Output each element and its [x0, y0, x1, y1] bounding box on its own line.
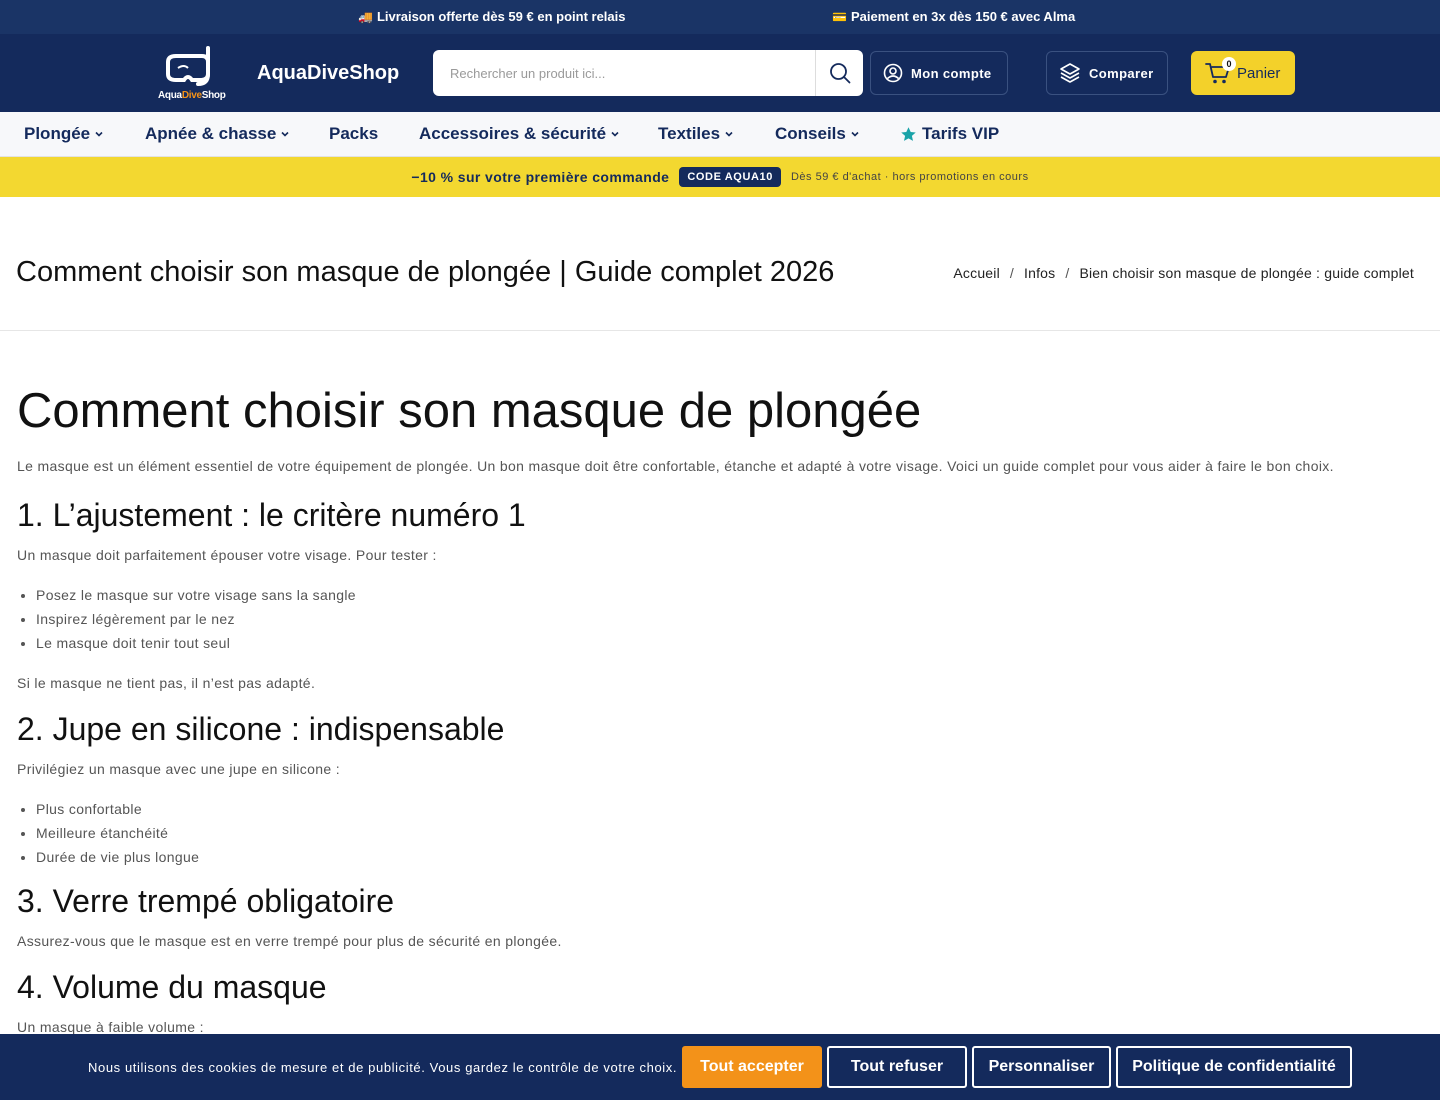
promo-code-badge: CODE AQUA10	[679, 167, 781, 187]
article-content: Comment choisir son masque de plongée Le…	[17, 384, 1417, 1037]
site-header: AquaDiveShop AquaDiveShop Mon compte Com…	[0, 34, 1440, 112]
nav-item-tarifs-vip[interactable]: Tarifs VIP	[900, 124, 999, 144]
shipping-text: Livraison offerte dès 59 € en point rela…	[376, 9, 626, 24]
account-button[interactable]: Mon compte	[870, 51, 1008, 95]
account-label: Mon compte	[911, 65, 992, 81]
list-item: Durée de vie plus longue	[36, 845, 1417, 869]
discount-note: Dès 59 € d'achat · hors promotions en co…	[790, 171, 1029, 183]
star-icon	[901, 126, 916, 141]
article-intro: Le masque est un élément essentiel de vo…	[17, 458, 1334, 474]
page-title: Comment choisir son masque de plongée | …	[16, 256, 835, 288]
breadcrumb-link-infos[interactable]: Infos	[1024, 265, 1055, 281]
shipping-message: 🚚 Livraison offerte dès 59 € en point re…	[358, 9, 625, 24]
list-item: Plus confortable	[36, 797, 1417, 821]
privacy-policy-button[interactable]: Politique de confidentialité	[1116, 1046, 1352, 1088]
chevron-down-icon	[281, 131, 289, 137]
refuse-all-button[interactable]: Tout refuser	[827, 1046, 967, 1088]
nav-item-conseils[interactable]: Conseils	[775, 124, 859, 144]
top-promo-bar: 🚚 Livraison offerte dès 59 € en point re…	[0, 0, 1440, 34]
bullet-list: Plus confortable Meilleure étanchéité Du…	[17, 797, 1417, 869]
accept-all-button[interactable]: Tout accepter	[682, 1046, 822, 1088]
section-heading: 1. L’ajustement : le critère numéro 1	[17, 497, 526, 533]
truck-icon: 🚚	[358, 9, 373, 24]
breadcrumb: Accueil / Infos / Bien choisir son masqu…	[953, 265, 1414, 281]
cookie-banner: Nous utilisons des cookies de mesure et …	[0, 1034, 1440, 1100]
compare-label: Comparer	[1089, 65, 1154, 81]
list-item: Inspirez légèrement par le nez	[36, 607, 1417, 631]
search-icon	[829, 63, 850, 84]
user-icon	[883, 63, 903, 83]
list-item: Meilleure étanchéité	[36, 821, 1417, 845]
chevron-down-icon	[725, 131, 733, 137]
brand-name[interactable]: AquaDiveShop	[257, 62, 399, 85]
search-button[interactable]	[815, 50, 863, 96]
breadcrumb-current: Bien choisir son masque de plongée : gui…	[1079, 265, 1414, 281]
cart-label: Panier	[1237, 64, 1281, 82]
layers-icon	[1060, 63, 1080, 83]
breadcrumb-link-accueil[interactable]: Accueil	[953, 265, 1000, 281]
payment-message: 💳 Paiement en 3x dès 150 € avec Alma	[832, 9, 1075, 24]
cart-count-badge: 0	[1222, 57, 1236, 71]
breadcrumb-separator: /	[1009, 265, 1014, 281]
search-input[interactable]	[433, 50, 815, 96]
chevron-down-icon	[95, 131, 103, 137]
nav-item-plongee[interactable]: Plongée	[24, 124, 103, 144]
list-item: Posez le masque sur votre visage sans la…	[36, 583, 1417, 607]
breadcrumb-separator: /	[1065, 265, 1070, 281]
payment-text: Paiement en 3x dès 150 € avec Alma	[850, 9, 1076, 24]
section-text: Si le masque ne tient pas, il n’est pas …	[17, 675, 316, 691]
compare-button[interactable]: Comparer	[1046, 51, 1168, 95]
cart-button[interactable]: 0 Panier	[1191, 51, 1295, 95]
nav-item-packs[interactable]: Packs	[329, 124, 378, 144]
logo[interactable]: AquaDiveShop	[156, 44, 236, 102]
bullet-list: Posez le masque sur votre visage sans la…	[17, 583, 1417, 655]
section-text: Assurez-vous que le masque est en verre …	[17, 933, 562, 949]
customize-button[interactable]: Personnaliser	[972, 1046, 1111, 1088]
section-heading: 2. Jupe en silicone : indispensable	[17, 711, 505, 747]
cookie-text: Nous utilisons des cookies de mesure et …	[88, 1060, 678, 1075]
divider	[0, 330, 1440, 331]
article-heading: Comment choisir son masque de plongée	[17, 384, 922, 438]
discount-banner: −10 % sur votre première commande CODE A…	[0, 157, 1440, 197]
list-item: Le masque doit tenir tout seul	[36, 631, 1417, 655]
diving-mask-icon	[166, 46, 210, 86]
nav-item-accessoires-securite[interactable]: Accessoires & sécurité	[419, 124, 619, 144]
section-text: Un masque doit parfaitement épouser votr…	[17, 547, 437, 563]
section-heading: 4. Volume du masque	[17, 969, 327, 1005]
chevron-down-icon	[851, 131, 859, 137]
discount-text: −10 % sur votre première commande	[411, 169, 670, 185]
credit-card-icon: 💳	[832, 9, 847, 24]
logo-text: AquaDiveShop	[158, 90, 226, 101]
section-heading: 3. Verre trempé obligatoire	[17, 883, 395, 919]
search-bar	[433, 50, 863, 96]
main-nav: Plongée Apnée & chasse Packs Accessoires…	[0, 112, 1440, 157]
nav-item-textiles[interactable]: Textiles	[658, 124, 733, 144]
chevron-down-icon	[611, 131, 619, 137]
section-text: Privilégiez un masque avec une jupe en s…	[17, 761, 340, 777]
nav-item-apnee-chasse[interactable]: Apnée & chasse	[145, 124, 289, 144]
